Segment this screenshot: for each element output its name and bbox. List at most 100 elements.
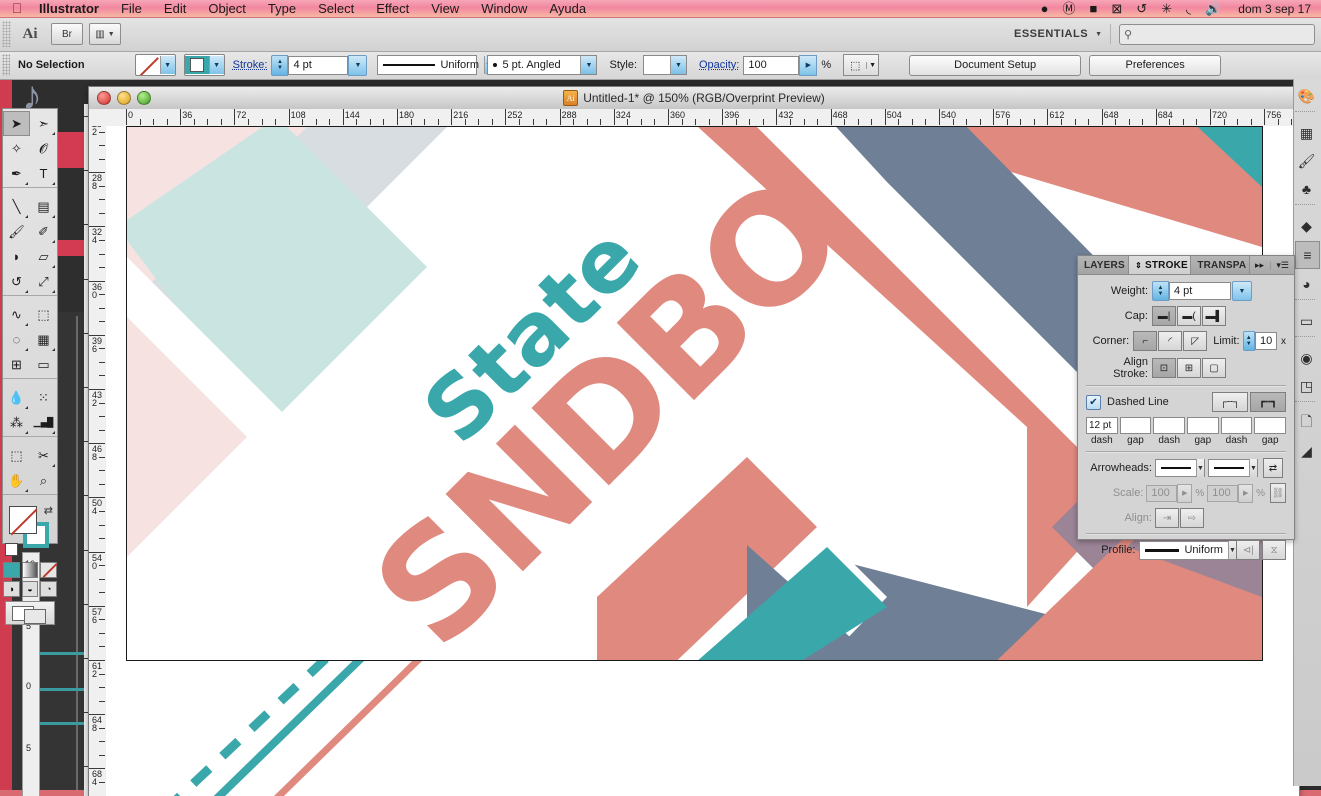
butt-cap-button[interactable]: ▬|: [1152, 306, 1176, 326]
width-tool[interactable]: ∿: [3, 302, 30, 327]
tab-stroke[interactable]: ⇕ STROKE: [1129, 256, 1192, 274]
graphic-style-select[interactable]: ▼: [643, 55, 687, 75]
links-panel-icon[interactable]: 🗋: [1295, 410, 1318, 436]
bevel-join-button[interactable]: ◸: [1183, 331, 1208, 351]
search-input[interactable]: ⚲: [1119, 23, 1315, 45]
gradient-swatch-icon[interactable]: ◢: [1295, 438, 1318, 464]
pen-tool[interactable]: ✒: [3, 161, 30, 186]
default-fill-stroke-icon[interactable]: [5, 543, 18, 556]
scale-end-stepper-icon[interactable]: ▶: [1238, 483, 1254, 503]
shape-builder-tool[interactable]: ◌: [3, 327, 30, 352]
line-segment-tool[interactable]: ╲: [3, 194, 30, 219]
horizontal-ruler[interactable]: 0 36 72 108 144 180 216 252 288 324 360 396 432 468 50…: [89, 109, 1299, 127]
menu-item-view[interactable]: View: [420, 0, 470, 17]
gap-input-1[interactable]: [1119, 417, 1152, 434]
fill-dropdown-arrow-icon[interactable]: ▼: [159, 56, 175, 74]
opacity-stepper-icon[interactable]: ▶: [799, 54, 818, 76]
scale-start-input[interactable]: 100: [1146, 484, 1178, 502]
brush-definition-select[interactable]: 5 pt. Angled ▼: [487, 55, 598, 75]
weight-dropdown-icon[interactable]: ▼: [1232, 281, 1252, 301]
double-arrow-icon[interactable]: ▸▸: [1255, 260, 1264, 271]
dash-input-1[interactable]: 12 pt: [1086, 417, 1118, 434]
layers-panel-icon[interactable]: ◆: [1295, 213, 1318, 239]
arrowhead-start-select[interactable]: ▼: [1155, 459, 1205, 477]
type-tool[interactable]: T: [30, 161, 57, 186]
weight-input[interactable]: 4 pt: [1169, 282, 1231, 300]
menu-item-object[interactable]: Object: [197, 0, 257, 17]
chevron-down-icon[interactable]: ▼: [670, 56, 686, 74]
link-icon[interactable]: ⛓: [1270, 483, 1286, 503]
pencil-tool[interactable]: ✐: [30, 219, 57, 244]
zoom-tool[interactable]: ⌕: [30, 468, 57, 493]
stroke-label[interactable]: Stroke:: [233, 59, 268, 71]
chevron-down-icon[interactable]: ▼: [1095, 31, 1102, 38]
draw-behind-button[interactable]: ◒: [21, 581, 39, 597]
align-objects-control[interactable]: ⬚ ▼: [843, 54, 880, 76]
hand-tool[interactable]: ✋: [3, 468, 30, 493]
document-title-bar[interactable]: Ai Untitled-1* @ 150% (RGB/Overprint Pre…: [89, 87, 1299, 110]
color-mode-button[interactable]: [3, 562, 20, 578]
apple-logo-icon[interactable]: : [6, 0, 28, 16]
record-dot-icon[interactable]: ●: [1034, 0, 1056, 17]
menu-item-ayuda[interactable]: Ayuda: [538, 0, 597, 17]
dash-input-2[interactable]: [1153, 417, 1186, 434]
rectangle-tool[interactable]: ▤: [30, 194, 57, 219]
variable-width-profile-select[interactable]: Uniform ▼: [377, 55, 492, 75]
eraser-tool[interactable]: ▱: [30, 244, 57, 269]
gradient-mode-button[interactable]: [21, 562, 39, 578]
gap-input-3[interactable]: [1254, 417, 1287, 434]
menu-item-illustrator[interactable]: Illustrator: [28, 0, 110, 17]
selection-tool[interactable]: ➤: [3, 111, 30, 136]
workspace-switcher[interactable]: ESSENTIALS: [1010, 28, 1092, 40]
none-mode-button[interactable]: [40, 562, 58, 578]
tab-layers[interactable]: LAYERS: [1078, 256, 1130, 274]
slice-tool[interactable]: ✂: [30, 443, 57, 468]
fill-color-control[interactable]: ▼: [134, 54, 176, 76]
draw-inside-button[interactable]: ◔: [40, 581, 58, 597]
wifi-icon[interactable]: ◟: [1179, 0, 1198, 17]
preferences-button[interactable]: Preferences: [1089, 54, 1222, 76]
blend-tool[interactable]: ⁙: [30, 385, 57, 410]
mesh-tool[interactable]: ⊞: [3, 352, 30, 377]
vertical-ruler[interactable]: 252288324360396432468504540576612648684: [89, 126, 107, 796]
timemachine-icon[interactable]: ↺: [1129, 0, 1154, 17]
flip-across-icon[interactable]: ⊲|: [1236, 540, 1261, 560]
opacity-label[interactable]: Opacity:: [699, 59, 739, 71]
opacity-input[interactable]: 100: [743, 55, 800, 75]
volume-icon[interactable]: 🔊: [1198, 0, 1228, 17]
menu-item-window[interactable]: Window: [470, 0, 538, 17]
align-inside-button[interactable]: ⊞: [1177, 358, 1201, 378]
app-bar-grip[interactable]: [2, 21, 11, 47]
round-join-button[interactable]: ◜: [1158, 331, 1183, 351]
dashes-preserve-exact-button[interactable]: ┌╌┐: [1212, 392, 1248, 412]
fill-swatch-none-icon[interactable]: [135, 56, 160, 75]
flip-along-icon[interactable]: ⧖: [1262, 540, 1286, 560]
miter-join-button[interactable]: ⌐: [1133, 331, 1158, 351]
align-center-button[interactable]: ⊡: [1152, 358, 1176, 378]
x-display-icon[interactable]: ⊠: [1104, 0, 1129, 17]
magic-wand-tool[interactable]: ✧: [3, 136, 30, 161]
panel-menu-icon[interactable]: ▾☰: [1276, 260, 1289, 271]
stroke-dropdown-arrow-icon[interactable]: ▼: [208, 56, 224, 74]
draw-normal-button[interactable]: ◑: [3, 581, 20, 597]
bridge-button[interactable]: Br: [51, 23, 83, 45]
menu-item-select[interactable]: Select: [307, 0, 365, 17]
scale-tool[interactable]: ⤢: [30, 269, 57, 294]
dashes-align-corners-button[interactable]: ┏╍┓: [1250, 392, 1286, 412]
direct-selection-tool[interactable]: ➣: [30, 111, 57, 136]
menu-item-type[interactable]: Type: [257, 0, 307, 17]
drag-handle-icon[interactable]: ⇕: [1135, 261, 1142, 270]
rotate-tool[interactable]: ↺: [3, 269, 30, 294]
align-outside-button[interactable]: ▢: [1202, 358, 1226, 378]
control-bar-grip[interactable]: [2, 54, 10, 76]
limit-input[interactable]: 10: [1255, 332, 1277, 350]
paintbrush-tool[interactable]: 🖌: [3, 219, 30, 244]
chevron-down-icon[interactable]: ▼: [1227, 541, 1236, 559]
graphic-styles-panel-icon[interactable]: ◳: [1295, 373, 1318, 399]
weight-stepper[interactable]: ▲ ▼: [1152, 281, 1169, 301]
scale-start-stepper-icon[interactable]: ▶: [1177, 483, 1193, 503]
swatches-panel-icon[interactable]: ▦: [1295, 120, 1318, 146]
chevron-down-icon[interactable]: ▼: [866, 61, 878, 69]
stroke-color-control[interactable]: ▼: [183, 54, 225, 76]
symbols-panel-icon[interactable]: ♣: [1295, 176, 1318, 202]
